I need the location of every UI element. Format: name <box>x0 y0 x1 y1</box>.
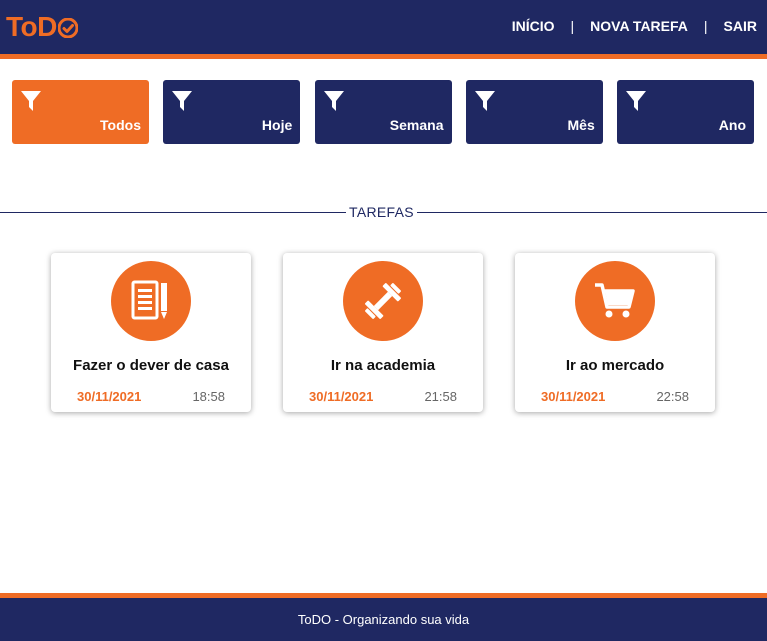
nav-separator: | <box>703 18 708 34</box>
logo-check-icon <box>57 18 78 38</box>
filter-button-todos[interactable]: Todos <box>12 80 149 144</box>
document-pencil-icon <box>131 280 167 320</box>
task-icon-badge <box>575 261 655 341</box>
funnel-icon <box>474 91 495 111</box>
nav-link-logout[interactable]: SAIR <box>724 18 757 34</box>
header-bar: ToD INÍCIO | NOVA TAREFA | SAIR <box>0 0 767 59</box>
task-date: 30/11/2021 <box>309 389 374 404</box>
filter-label: Mês <box>567 117 595 133</box>
footer-text: ToDO - Organizando sua vida <box>297 612 470 627</box>
logo[interactable]: ToD <box>6 10 78 44</box>
page: ToD INÍCIO | NOVA TAREFA | SAIR Todos Ho <box>0 0 767 641</box>
top-nav: INÍCIO | NOVA TAREFA | SAIR <box>512 18 757 34</box>
funnel-icon <box>21 91 41 111</box>
footer-bar: ToDO - Organizando sua vida <box>0 593 767 641</box>
filter-label: Semana <box>389 117 444 133</box>
filter-label: Todos <box>100 117 141 133</box>
task-title: Ir na academia <box>330 357 436 374</box>
funnel-icon <box>172 91 193 111</box>
task-time: 18:58 <box>192 389 225 404</box>
filter-bar: Todos Hoje Semana Mês Ano <box>12 80 754 144</box>
shopping-cart-icon <box>595 283 635 318</box>
filter-label: Hoje <box>261 117 293 133</box>
task-date: 30/11/2021 <box>541 389 606 404</box>
task-icon-badge <box>111 261 191 341</box>
task-time: 21:58 <box>424 389 457 404</box>
filter-button-semana[interactable]: Semana <box>314 80 452 144</box>
nav-link-new-task[interactable]: NOVA TAREFA <box>590 18 688 34</box>
task-title: Ir ao mercado <box>565 357 665 374</box>
task-card[interactable]: Fazer o dever de casa 30/11/2021 18:58 <box>51 253 251 412</box>
filter-button-ano[interactable]: Ano <box>617 80 754 144</box>
filter-button-mes[interactable]: Mês <box>465 80 603 144</box>
task-card[interactable]: Ir ao mercado 30/11/2021 22:58 <box>515 253 715 412</box>
task-time: 22:58 <box>656 389 689 404</box>
task-card[interactable]: Ir na academia 30/11/2021 21:58 <box>283 253 483 412</box>
task-title: Fazer o dever de casa <box>73 357 229 374</box>
logo-text: ToD <box>6 11 57 42</box>
tasks-section-divider: TAREFAS <box>0 204 767 222</box>
nav-link-home[interactable]: INÍCIO <box>512 18 555 34</box>
funnel-icon <box>323 91 344 111</box>
task-date: 30/11/2021 <box>77 389 142 404</box>
task-icon-badge <box>343 261 423 341</box>
dumbbell-icon <box>365 283 401 319</box>
task-card-list: Fazer o dever de casa 30/11/2021 18:58 I… <box>51 253 715 412</box>
filter-button-hoje[interactable]: Hoje <box>163 80 301 144</box>
filter-label: Ano <box>718 117 746 133</box>
section-title: TAREFAS <box>346 204 417 220</box>
funnel-icon <box>626 91 646 111</box>
nav-separator: | <box>570 18 575 34</box>
